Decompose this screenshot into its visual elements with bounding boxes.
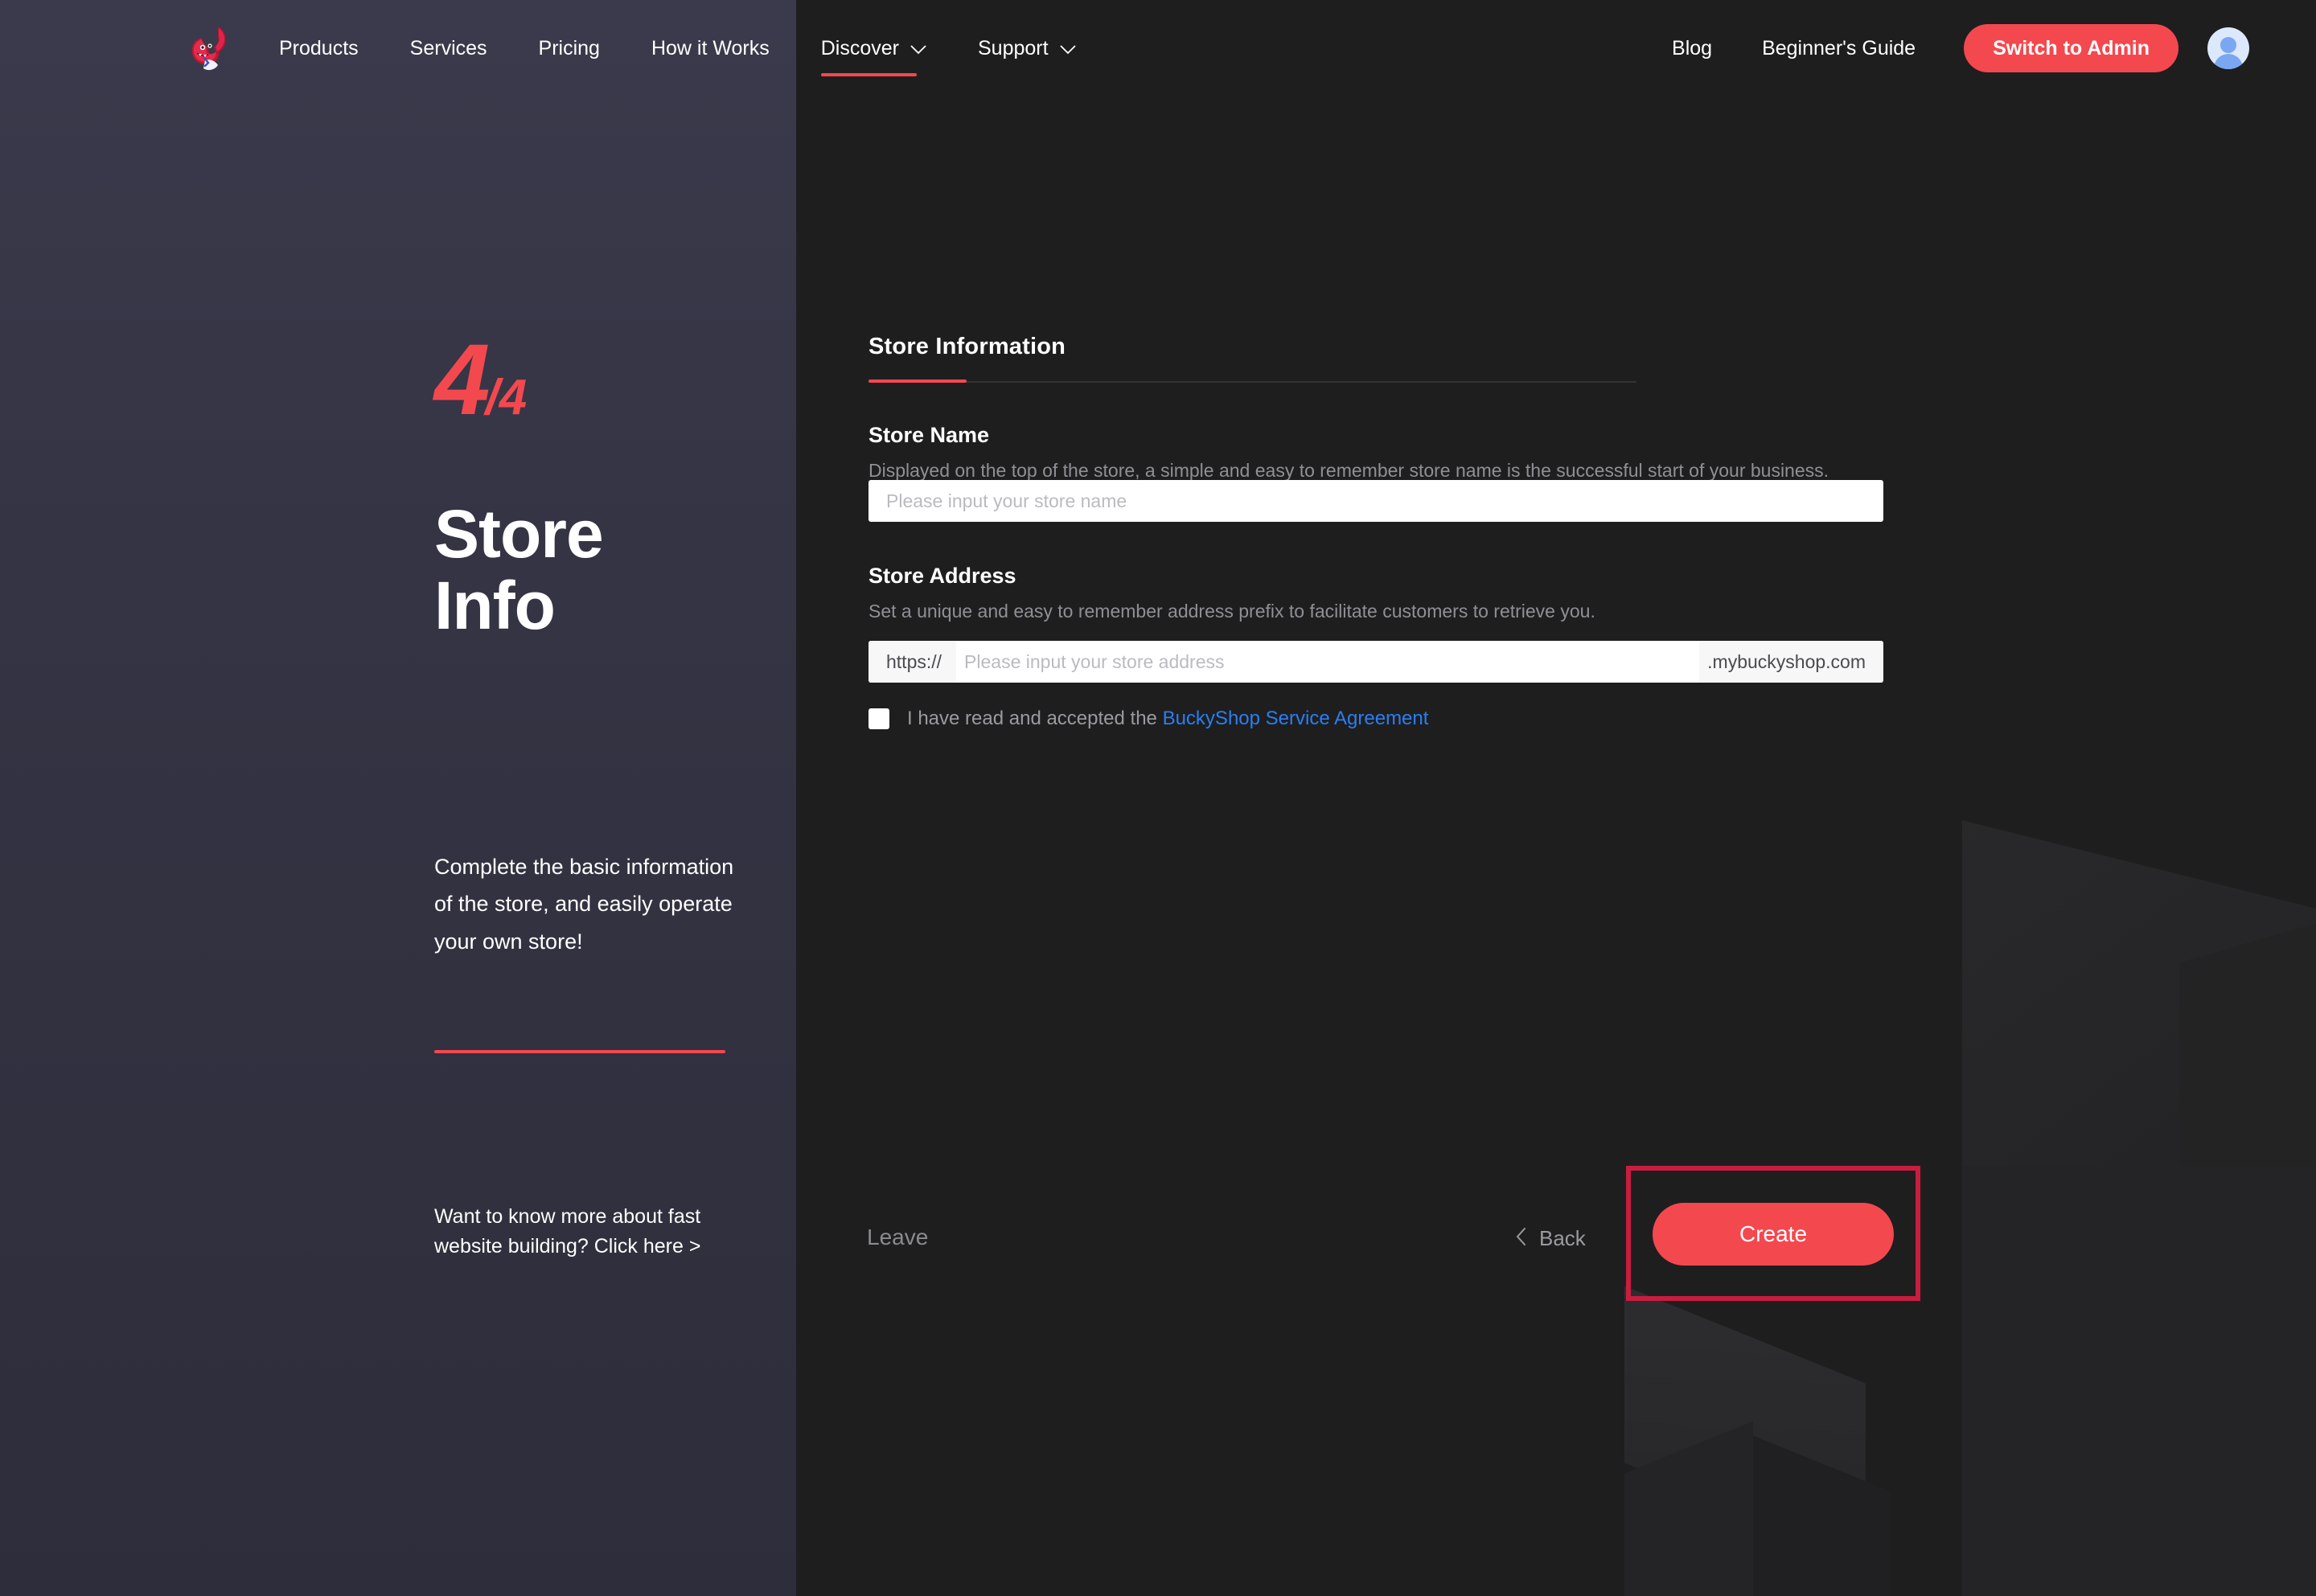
- nav-link-services[interactable]: Services: [409, 36, 487, 59]
- panel-divider: [434, 1050, 725, 1053]
- store-address-suffix: .mybuckyshop.com: [1699, 641, 1883, 683]
- page-title-line1: Store: [434, 496, 604, 572]
- store-address-input[interactable]: [956, 641, 1700, 683]
- nav-link-pricing-label: Pricing: [538, 36, 600, 59]
- page-root: 4/4 Store Info Complete the basic inform…: [0, 0, 2316, 1596]
- nav-link-beginners-guide[interactable]: Beginner's Guide: [1762, 36, 1916, 59]
- agreement-text: I have read and accepted the BuckyShop S…: [907, 708, 1428, 730]
- nav-link-discover[interactable]: Discover: [820, 36, 926, 76]
- section-title: Store Information: [868, 334, 1066, 359]
- store-name-input[interactable]: [868, 480, 1883, 522]
- nav-link-support[interactable]: Support: [978, 36, 1076, 59]
- nav-link-pricing[interactable]: Pricing: [538, 36, 600, 59]
- step-indicator: 4/4: [434, 330, 527, 430]
- avatar-head: [2220, 37, 2236, 53]
- nav-link-services-label: Services: [409, 36, 487, 59]
- store-address-help: Set a unique and easy to remember addres…: [868, 601, 1595, 622]
- back-button-label: Back: [1539, 1226, 1586, 1250]
- bg-polygon-3: [1962, 1166, 2316, 1596]
- primary-nav-links: Products Services Pricing How it Works D…: [279, 36, 1127, 76]
- create-button[interactable]: Create: [1653, 1203, 1894, 1266]
- onboarding-side-panel: 4/4 Store Info Complete the basic inform…: [0, 0, 796, 1596]
- nav-link-products-label: Products: [279, 36, 359, 59]
- chevron-left-icon: [1516, 1226, 1526, 1251]
- leave-button[interactable]: Leave: [867, 1225, 928, 1250]
- user-avatar-icon[interactable]: [2207, 27, 2249, 69]
- back-button[interactable]: Back: [1516, 1226, 1586, 1251]
- store-address-input-group: https:// .mybuckyshop.com: [868, 641, 1883, 683]
- nav-link-beginners-guide-label: Beginner's Guide: [1762, 36, 1916, 59]
- chevron-down-icon: [1059, 39, 1076, 59]
- navbar-right: Blog Beginner's Guide Switch to Admin: [1622, 0, 2316, 96]
- step-total: /4: [485, 370, 528, 425]
- dinosaur-mascot-logo-icon[interactable]: [187, 23, 232, 73]
- agreement-checkbox[interactable]: [868, 708, 889, 729]
- avatar-body: [2214, 54, 2243, 69]
- agreement-row: I have read and accepted the BuckyShop S…: [868, 708, 1428, 730]
- bg-cube-right-face: [1753, 1435, 1890, 1596]
- service-agreement-link[interactable]: BuckyShop Service Agreement: [1163, 708, 1429, 729]
- step-current: 4: [434, 324, 491, 436]
- nav-link-products[interactable]: Products: [279, 36, 359, 59]
- store-name-label: Store Name: [868, 423, 990, 447]
- bg-polygon-1: [1962, 820, 2316, 1303]
- top-navbar: Products Services Pricing How it Works D…: [0, 0, 2316, 96]
- section-underline: [868, 381, 1636, 383]
- store-name-help: Displayed on the top of the store, a sim…: [868, 460, 1829, 481]
- nav-link-how-it-works-label: How it Works: [651, 36, 770, 59]
- store-address-prefix: https://: [868, 641, 957, 683]
- nav-link-blog[interactable]: Blog: [1672, 36, 1713, 59]
- nav-link-discover-label: Discover: [820, 36, 899, 59]
- bg-cube-top-face: [1624, 1286, 1866, 1561]
- bg-cube-left-face: [1624, 1421, 1753, 1596]
- bg-polygon-2: [2179, 870, 2316, 1381]
- nav-link-how-it-works[interactable]: How it Works: [651, 36, 770, 59]
- nav-link-blog-label: Blog: [1672, 36, 1713, 59]
- agreement-text-prefix: I have read and accepted the: [907, 708, 1163, 729]
- learn-more-link[interactable]: Want to know more about fast website bui…: [434, 1202, 724, 1261]
- nav-link-support-label: Support: [978, 36, 1049, 59]
- switch-to-admin-button[interactable]: Switch to Admin: [1964, 24, 2178, 72]
- navbar-left: Products Services Pricing How it Works D…: [0, 23, 1127, 76]
- page-title-line2: Info: [434, 568, 556, 644]
- page-title: Store Info: [434, 498, 772, 642]
- chevron-down-icon: [910, 39, 926, 59]
- store-address-label: Store Address: [868, 564, 1016, 588]
- section-underline-accent: [868, 380, 967, 383]
- panel-description: Complete the basic information of the st…: [434, 855, 734, 954]
